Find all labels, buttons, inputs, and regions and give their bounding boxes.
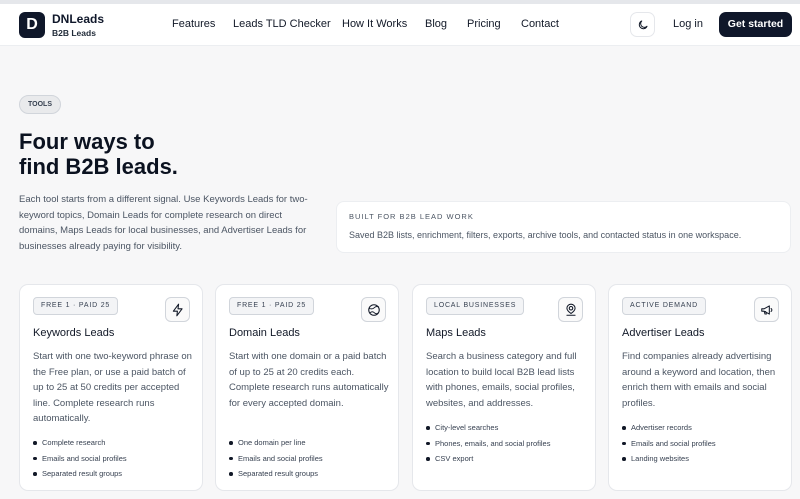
nav-item-pricing[interactable]: Pricing <box>467 18 501 30</box>
list-item: City-level searches <box>426 420 550 436</box>
card-icon-box <box>754 297 779 322</box>
card-title: Domain Leads <box>229 327 300 339</box>
get-started-button[interactable]: Get started <box>719 12 792 37</box>
megaphone-icon <box>761 305 773 315</box>
card-badge: ACTIVE DEMAND <box>622 297 706 315</box>
card-badge: LOCAL BUSINESSES <box>426 297 525 315</box>
card-feature-list: Advertiser records Emails and social pro… <box>622 420 716 467</box>
tools-pill: TOOLS <box>19 95 61 114</box>
list-item: Complete research <box>33 435 127 451</box>
hero-title-line-2: find B2B leads. <box>19 154 178 179</box>
card-feature-list: One domain per line Emails and social pr… <box>229 435 323 482</box>
nav-item-blog[interactable]: Blog <box>425 18 447 30</box>
card-title: Maps Leads <box>426 327 486 339</box>
info-card-text: Saved B2B lists, enrichment, filters, ex… <box>349 230 742 240</box>
theme-toggle-button[interactable] <box>630 12 655 37</box>
site-header: D DNLeads B2B Leads Features Leads TLD C… <box>0 4 800 46</box>
list-item: Phones, emails, and social profiles <box>426 436 550 452</box>
list-item: Landing websites <box>622 451 716 467</box>
list-item: Emails and social profiles <box>33 451 127 467</box>
list-item: Emails and social profiles <box>622 436 716 452</box>
nav-item-features[interactable]: Features <box>172 18 215 30</box>
card-icon-box <box>361 297 386 322</box>
brand-name[interactable]: DNLeads <box>52 12 104 26</box>
logo[interactable]: D <box>19 12 45 38</box>
tool-card-keywords-leads[interactable]: FREE 1 · PAID 25 Keywords Leads Start wi… <box>19 284 203 491</box>
nav-item-leads-tld-checker[interactable]: Leads TLD Checker <box>233 18 331 30</box>
tool-card-advertiser-leads[interactable]: ACTIVE DEMAND Advertiser Leads Find comp… <box>608 284 792 491</box>
card-icon-box <box>558 297 583 322</box>
nav-item-contact[interactable]: Contact <box>521 18 559 30</box>
card-icon-box <box>165 297 190 322</box>
tool-card-domain-leads[interactable]: FREE 1 · PAID 25 Domain Leads Start with… <box>215 284 399 491</box>
card-badge: FREE 1 · PAID 25 <box>33 297 119 315</box>
hero-title: Four ways to find B2B leads. <box>19 129 319 179</box>
list-item: CSV export <box>426 451 550 467</box>
card-title: Keywords Leads <box>33 327 115 339</box>
lightning-icon <box>172 303 183 317</box>
list-item: Separated result groups <box>229 466 323 482</box>
list-item: Separated result groups <box>33 466 127 482</box>
card-description: Search a business category and full loca… <box>426 351 577 409</box>
card-description: Find companies already advertising aroun… <box>622 351 776 409</box>
globe-icon <box>368 304 380 316</box>
card-description: Start with one domain or a paid batch of… <box>229 351 389 409</box>
card-badge: FREE 1 · PAID 25 <box>229 297 315 315</box>
list-item: Emails and social profiles <box>229 451 323 467</box>
card-feature-list: Complete research Emails and social prof… <box>33 435 127 482</box>
list-item: Advertiser records <box>622 420 716 436</box>
list-item: One domain per line <box>229 435 323 451</box>
login-link[interactable]: Log in <box>673 18 703 30</box>
card-title: Advertiser Leads <box>622 327 705 339</box>
logo-letter: D <box>26 16 38 33</box>
moon-icon <box>638 20 648 30</box>
info-card-label: BUILT FOR B2B LEAD WORK <box>349 212 474 221</box>
tool-card-maps-leads[interactable]: LOCAL BUSINESSES Maps Leads Search a bus… <box>412 284 596 491</box>
info-card: BUILT FOR B2B LEAD WORK Saved B2B lists,… <box>336 201 791 253</box>
nav-item-how-it-works[interactable]: How It Works <box>342 18 407 30</box>
card-description: Start with one two-keyword phrase on the… <box>33 351 192 424</box>
hero-title-line-1: Four ways to <box>19 129 155 154</box>
hero-description: Each tool starts from a different signal… <box>19 194 308 252</box>
brand-subtitle: B2B Leads <box>52 28 96 38</box>
map-pin-icon <box>566 303 576 316</box>
card-feature-list: City-level searches Phones, emails, and … <box>426 420 550 467</box>
